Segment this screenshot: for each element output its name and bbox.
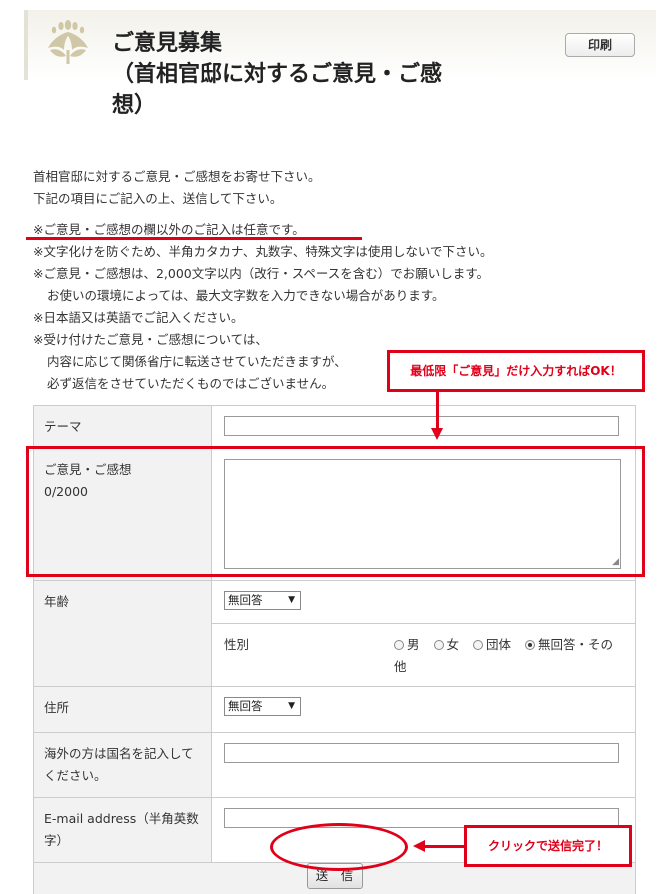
address-label: 住所 xyxy=(33,685,212,733)
gender-option-label: 団体 xyxy=(486,636,512,652)
theme-label: テーマ xyxy=(33,405,212,449)
country-input[interactable] xyxy=(224,742,619,763)
radio-icon[interactable] xyxy=(433,639,444,650)
form-row-gender: 性別 男 女 団体 無回答・その他 xyxy=(33,622,636,687)
opinion-highlight-box xyxy=(26,446,645,577)
page-title-line: （首相官邸に対するご意見・ご感 xyxy=(112,62,443,87)
note-line: ※ご意見・ご感想は、2,000文字以内（改行・スペースを含む）でお願いします。 xyxy=(33,266,490,281)
radio-icon[interactable] xyxy=(473,639,483,650)
kiri-crest-icon xyxy=(48,20,88,64)
note-line: お使いの環境によっては、最大文字数を入力できない場合があります。 xyxy=(47,288,445,303)
overseas-label: 海外の方は国名を記入してください。 xyxy=(33,731,212,798)
page-title: ご意見募集 （首相官邸に対するご意見・ご感 想） xyxy=(112,28,512,121)
callout-arrow-line xyxy=(424,845,464,848)
gender-label: 性別 xyxy=(224,636,250,652)
note-line: ※受け付けたご意見・ご感想については、 xyxy=(33,332,268,347)
address-select[interactable]: 無回答 ▼ xyxy=(224,696,301,716)
gender-option-label: 女 xyxy=(446,636,460,652)
callout-arrow-line xyxy=(436,392,439,430)
gender-option-group[interactable]: 団体 xyxy=(473,637,511,652)
radio-checked-icon[interactable] xyxy=(525,639,535,650)
chevron-down-icon: ▼ xyxy=(288,595,295,605)
form-row-theme: テーマ xyxy=(33,405,636,449)
page-title-line: 想） xyxy=(112,93,157,118)
intro-line: 下記の項目にご記入の上、送信して下さい。 xyxy=(33,191,283,206)
arrow-down-icon xyxy=(431,428,443,440)
gender-option-female[interactable]: 女 xyxy=(433,636,460,652)
chevron-down-icon: ▼ xyxy=(288,700,295,711)
gender-option-male[interactable]: 男 xyxy=(394,637,420,652)
submit-callout: クリックで送信完了！ xyxy=(464,825,632,867)
theme-input[interactable] xyxy=(224,416,619,436)
form-row-address: 住所 無回答 ▼ xyxy=(33,685,636,733)
age-label: 年齢 xyxy=(33,580,212,623)
gender-radio-group: 男 女 団体 無回答・その他 xyxy=(394,634,622,678)
email-label: E-mail address（半角英数字） xyxy=(33,796,212,863)
age-select-value: 無回答 xyxy=(228,593,263,607)
page-title-line: ご意見募集 xyxy=(112,31,223,56)
age-select[interactable]: 無回答 ▼ xyxy=(224,591,301,610)
gender-option-label: 男 xyxy=(407,636,420,652)
address-select-value: 無回答 xyxy=(228,698,263,713)
note-line: ※文字化けを防ぐため、半角カタカナ、丸数字、特殊文字は使用しないで下さい。 xyxy=(33,244,493,259)
intro-line: 首相官邸に対するご意見・ご感想をお寄せ下さい。 xyxy=(33,169,321,184)
submit-highlight-circle xyxy=(270,823,408,871)
radio-icon[interactable] xyxy=(394,639,404,650)
note-line: ※日本語又は英語でご記入ください。 xyxy=(33,310,244,325)
form-row-overseas: 海外の方は国名を記入してください。 xyxy=(33,731,636,798)
print-button[interactable]: 印刷 xyxy=(565,33,635,57)
note-underline xyxy=(26,237,362,240)
minimum-input-callout: 最低限「ご意見」だけ入力すればOK！ xyxy=(387,350,645,392)
form-row-age: 年齢 無回答 ▼ xyxy=(33,580,636,624)
